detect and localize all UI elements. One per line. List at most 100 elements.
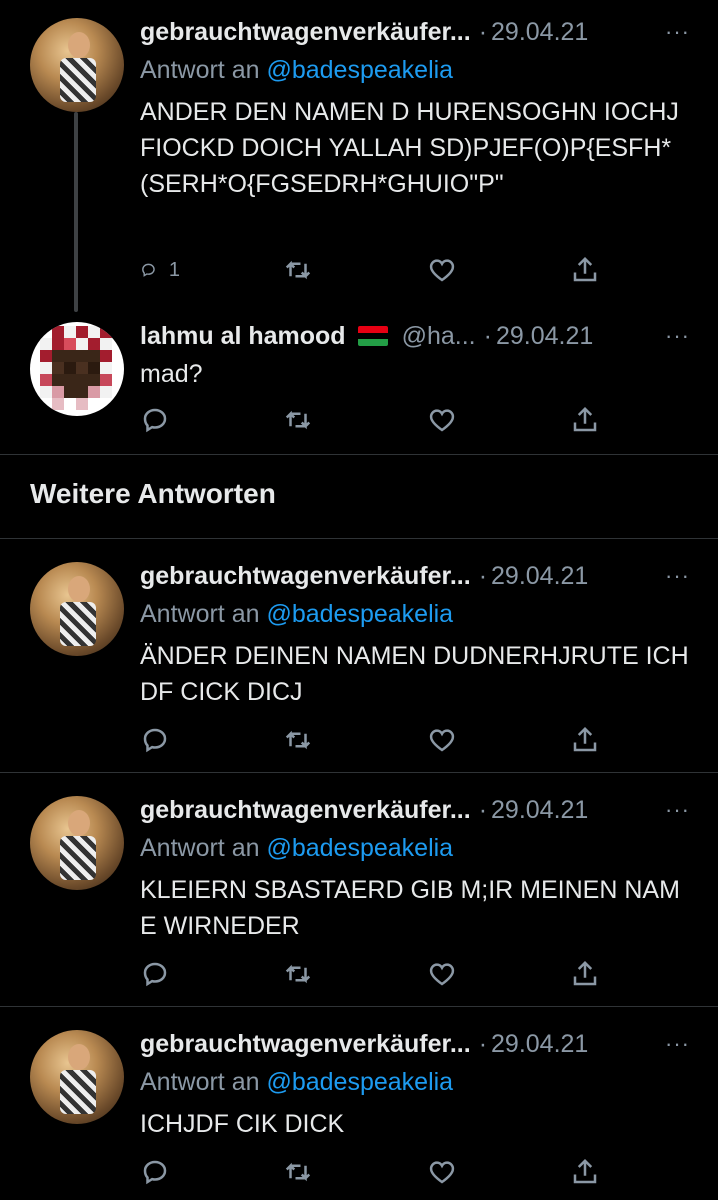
reply-to-handle[interactable]: @badespeakelia — [266, 1068, 453, 1096]
reply-button[interactable] — [140, 954, 180, 994]
reply-icon — [143, 728, 167, 753]
reply-button[interactable] — [140, 1152, 180, 1192]
reply-icon — [142, 263, 155, 277]
more-options-icon[interactable]: ··· — [665, 563, 690, 589]
separator-dot: · — [478, 17, 488, 46]
divider — [0, 538, 718, 539]
author-name[interactable]: gebrauchtwagenverkäufer... — [140, 562, 471, 591]
reply-button[interactable] — [140, 400, 180, 440]
share-button[interactable] — [570, 954, 610, 994]
tweet-actions — [140, 720, 610, 760]
more-options-icon[interactable]: ··· — [665, 1031, 690, 1057]
like-button[interactable] — [427, 250, 467, 290]
heart-icon — [429, 729, 454, 752]
tweet-header: gebrauchtwagenverkäufer... · 29.04.21 ··… — [140, 790, 690, 830]
reply-to-line: Antwort an @badespeakelia — [140, 1064, 690, 1100]
tweet-header: gebrauchtwagenverkäufer... · 29.04.21 ··… — [140, 1024, 690, 1064]
reply-icon — [143, 408, 167, 433]
tweet-text: ANDER DEN NAMEN D HURENSOGHN IOCHJ FIOCK… — [140, 98, 686, 198]
reply-to-line: Antwort an @badespeakelia — [140, 52, 690, 88]
tweet-text: ICHJDF CIK DICK — [140, 1110, 345, 1138]
retweet-icon — [286, 260, 311, 280]
retweet-button[interactable] — [283, 400, 323, 440]
tweet-header: lahmu al hamood @ha... · 29.04.21 ··· — [140, 316, 690, 356]
tweet-header: gebrauchtwagenverkäufer... · 29.04.21 ··… — [140, 12, 690, 52]
reply-button[interactable]: 1 — [140, 250, 180, 290]
reply-count: 1 — [168, 258, 180, 281]
reply-icon — [143, 962, 167, 987]
share-button[interactable] — [570, 400, 610, 440]
libya-flag-icon — [357, 326, 388, 346]
like-button[interactable] — [427, 400, 467, 440]
author-name[interactable]: lahmu al hamood — [140, 322, 346, 351]
share-icon — [573, 1158, 597, 1184]
avatar[interactable] — [30, 796, 124, 890]
heart-icon — [429, 409, 454, 432]
heart-icon — [429, 1161, 454, 1184]
author-name[interactable]: gebrauchtwagenverkäufer... — [140, 1030, 471, 1059]
retweet-button[interactable] — [283, 954, 323, 994]
separator-dot: · — [478, 1029, 488, 1058]
tweet-text: ÄNDER DEINEN NAMEN DUDNERHJRUTE ICHDF CI… — [140, 642, 689, 706]
reply-to-line: Antwort an @badespeakelia — [140, 830, 690, 866]
avatar[interactable] — [30, 562, 124, 656]
author-name[interactable]: gebrauchtwagenverkäufer... — [140, 796, 471, 825]
tweet-actions — [140, 954, 610, 994]
like-button[interactable] — [427, 1152, 467, 1192]
share-icon — [573, 406, 597, 432]
more-options-icon[interactable]: ··· — [665, 797, 690, 823]
share-button[interactable] — [570, 1152, 610, 1192]
tweet-header: gebrauchtwagenverkäufer... · 29.04.21 ··… — [140, 556, 690, 596]
separator-dot: · — [478, 561, 488, 590]
reply-to-line: Antwort an @badespeakelia — [140, 596, 690, 632]
reply-to-handle[interactable]: @badespeakelia — [266, 56, 453, 84]
share-icon — [573, 256, 597, 282]
avatar[interactable] — [30, 18, 124, 112]
tweet-date[interactable]: 29.04.21 — [491, 18, 588, 47]
author-name[interactable]: gebrauchtwagenverkäufer... — [140, 18, 471, 47]
tweet-actions: 1 — [140, 250, 610, 290]
tweet-date[interactable]: 29.04.21 — [491, 1030, 588, 1059]
reply-to-handle[interactable]: @badespeakelia — [266, 600, 453, 628]
reply-icon — [143, 1160, 167, 1185]
retweet-icon — [286, 964, 311, 984]
separator-dot: · — [478, 795, 488, 824]
divider — [0, 1006, 718, 1007]
reply-to-label: Antwort an — [140, 1068, 260, 1096]
heart-icon — [429, 963, 454, 986]
thread-line — [74, 112, 78, 312]
heart-icon — [429, 259, 454, 282]
tweet-date[interactable]: 29.04.21 — [496, 322, 593, 351]
author-handle[interactable]: @ha... — [402, 322, 476, 351]
reply-to-handle[interactable]: @badespeakelia — [266, 834, 453, 862]
tweet-actions — [140, 1152, 610, 1192]
retweet-button[interactable] — [283, 1152, 323, 1192]
like-button[interactable] — [427, 954, 467, 994]
tweet-date[interactable]: 29.04.21 — [491, 796, 588, 825]
reply-to-label: Antwort an — [140, 834, 260, 862]
retweet-button[interactable] — [283, 720, 323, 760]
reply-to-label: Antwort an — [140, 56, 260, 84]
avatar[interactable] — [30, 322, 124, 416]
like-button[interactable] — [427, 720, 467, 760]
tweet-text: mad? — [140, 360, 203, 388]
separator-dot: · — [483, 321, 492, 350]
retweet-button[interactable] — [283, 250, 323, 290]
share-button[interactable] — [570, 250, 610, 290]
share-icon — [573, 960, 597, 986]
tweet-text: KLEIERN SBASTAERD GIB M;IR MEINEN NAME W… — [140, 876, 680, 940]
avatar[interactable] — [30, 1030, 124, 1124]
more-options-icon[interactable]: ··· — [665, 323, 690, 349]
retweet-icon — [286, 730, 311, 750]
section-title: Weitere Antworten — [30, 478, 276, 509]
tweet-date[interactable]: 29.04.21 — [491, 562, 588, 591]
more-options-icon[interactable]: ··· — [665, 19, 690, 45]
divider — [0, 454, 718, 455]
share-button[interactable] — [570, 720, 610, 760]
reply-to-label: Antwort an — [140, 600, 260, 628]
tweet-actions — [140, 400, 610, 440]
reply-button[interactable] — [140, 720, 180, 760]
retweet-icon — [286, 1162, 311, 1182]
share-icon — [573, 726, 597, 752]
retweet-icon — [286, 410, 311, 430]
